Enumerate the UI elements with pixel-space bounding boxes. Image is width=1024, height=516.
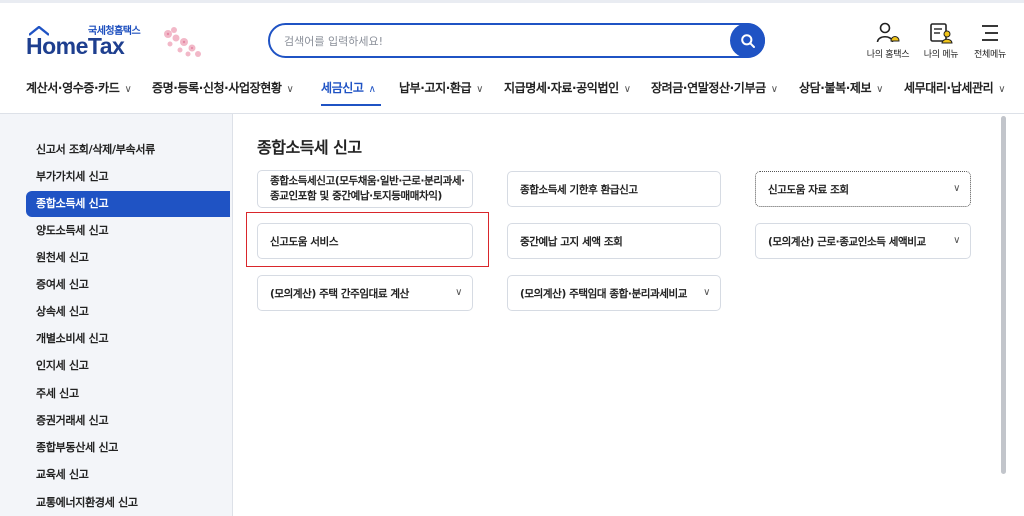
chevron-down-icon: ∨ (703, 287, 710, 298)
active-nav-underline (321, 104, 381, 106)
nav-label: 세무대리·납세관리 (904, 81, 994, 95)
card-interim-prepayment-inquiry[interactable]: 중간예납 고지 세액 조회 (507, 223, 721, 259)
sidebar-item-gift-tax[interactable]: 증여세 신고 (26, 272, 230, 298)
sidebar-item-securities-tax[interactable]: 증권거래세 신고 (26, 408, 230, 434)
all-menu-button[interactable]: 전체메뉴 (965, 22, 1015, 60)
search-icon (740, 33, 755, 48)
nav-incentive-year-end[interactable]: 장려금·연말정산·기부금 ∨ (651, 79, 778, 96)
card-label: 종합소득세신고(모두채움·일반·근로·분리과세·종교인포함 및 중간예납·토지등… (270, 175, 465, 202)
nav-label: 장려금·연말정산·기부금 (651, 81, 766, 95)
chevron-down-icon: ∨ (623, 84, 631, 95)
card-sim-labor-religious-compare[interactable]: (모의계산) 근로·종교인소득 세액비교 ∨ (755, 223, 971, 259)
cherry-blossom-icon (164, 27, 201, 57)
card-label: 중간예납 고지 세액 조회 (520, 235, 623, 248)
hometax-logo[interactable]: 국세청홈택스 HomeTax (26, 22, 201, 64)
sidebar-item-liquor-tax[interactable]: 주세 신고 (26, 381, 230, 407)
hamburger-icon (982, 25, 998, 41)
my-hometax-label: 나의 홈택스 (866, 50, 910, 60)
sidebar-item-income-tax[interactable]: 종합소득세 신고 (26, 191, 230, 217)
card-sim-rental-tax-compare[interactable]: (모의계산) 주택임대 종합·분리과세비교 ∨ (507, 275, 721, 311)
chevron-down-icon: ∨ (455, 287, 462, 298)
chevron-down-icon: ∨ (998, 84, 1006, 95)
my-hometax-icon (876, 22, 900, 43)
sidebar-divider (232, 114, 233, 516)
card-sim-deemed-rent[interactable]: (모의계산) 주택 간주임대료 계산 ∨ (257, 275, 473, 311)
chevron-up-icon: ∧ (368, 84, 376, 95)
search-input[interactable] (284, 32, 724, 50)
top-strip (0, 0, 1024, 3)
my-menu-button[interactable]: 나의 메뉴 (916, 22, 966, 60)
card-label: 종합소득세 기한후 환급신고 (520, 183, 638, 196)
main-nav: 계산서·영수증·카드 ∨ 증명·등록·신청·사업장현황 ∨ 세금신고 ∧ 납부·고지·… (0, 72, 1024, 104)
nav-invoice-receipt-card[interactable]: 계산서·영수증·카드 ∨ (26, 79, 132, 96)
my-hometax-button[interactable]: 나의 홈택스 (863, 22, 913, 60)
card-label: (모의계산) 주택임대 종합·분리과세비교 (520, 287, 688, 300)
sidebar-item-capital-gains[interactable]: 양도소득세 신고 (26, 218, 230, 244)
nav-tax-filing[interactable]: 세금신고 ∧ (321, 79, 376, 96)
card-label: (모의계산) 주택 간주임대료 계산 (270, 287, 409, 300)
card-label: 신고도움 자료 조회 (768, 183, 849, 196)
search-bar (268, 23, 765, 58)
chevron-down-icon: ∨ (770, 84, 778, 95)
sidebar-item-inheritance-tax[interactable]: 상속세 신고 (26, 299, 230, 325)
my-menu-label: 나의 메뉴 (923, 50, 959, 60)
nav-label: 상담·불복·제보 (799, 81, 872, 95)
my-menu-icon (930, 23, 953, 44)
nav-label: 지급명세·자료·공익법인 (504, 81, 619, 95)
nav-label: 증명·등록·신청·사업장현황 (152, 81, 282, 95)
sidebar-item-withholding[interactable]: 원천세 신고 (26, 245, 230, 271)
sidebar-item-excise-tax[interactable]: 개별소비세 신고 (26, 326, 230, 352)
sidebar-item-education-tax[interactable]: 교육세 신고 (26, 462, 230, 488)
chevron-down-icon: ∨ (286, 84, 294, 95)
card-late-refund-filing[interactable]: 종합소득세 기한후 환급신고 (507, 171, 721, 207)
nav-tax-agent[interactable]: 세무대리·납세관리 ∨ (904, 79, 1006, 96)
nav-label: 납부·고지·환급 (399, 81, 472, 95)
nav-consult-appeal-report[interactable]: 상담·불복·제보 ∨ (799, 79, 883, 96)
logo-text: HomeTax (26, 33, 125, 59)
nav-label: 계산서·영수증·카드 (26, 81, 120, 95)
chevron-down-icon: ∨ (124, 84, 132, 95)
sidebar-item-property-tax[interactable]: 종합부동산세 신고 (26, 435, 230, 461)
card-income-tax-filing[interactable]: 종합소득세신고(모두채움·일반·근로·분리과세·종교인포함 및 중간예납·토지등… (257, 170, 473, 208)
search-button[interactable] (730, 23, 765, 58)
highlight-box (246, 212, 489, 267)
sidebar-item-vat[interactable]: 부가가치세 신고 (26, 164, 230, 190)
page-title: 종합소득세 신고 (257, 138, 362, 157)
sidebar-item-energy-tax[interactable]: 교통에너지환경세 신고 (26, 490, 230, 516)
all-menu-label: 전체메뉴 (974, 50, 1006, 60)
sidebar-item-stamp-tax[interactable]: 인지세 신고 (26, 353, 230, 379)
nav-certificate-registration[interactable]: 증명·등록·신청·사업장현황 ∨ (152, 79, 294, 96)
chevron-down-icon: ∨ (476, 84, 484, 95)
nav-label: 세금신고 (321, 81, 364, 95)
scrollbar-thumb[interactable] (1001, 116, 1006, 474)
chevron-down-icon: ∨ (953, 183, 960, 194)
sidebar-item-return-inquiry[interactable]: 신고서 조회/삭제/부속서류 (26, 137, 230, 163)
nav-payment-statement[interactable]: 지급명세·자료·공익법인 ∨ (504, 79, 631, 96)
chevron-down-icon: ∨ (876, 84, 884, 95)
nav-payment-notice-refund[interactable]: 납부·고지·환급 ∨ (399, 79, 483, 96)
card-filing-help-data[interactable]: 신고도움 자료 조회 ∨ (755, 171, 971, 207)
chevron-down-icon: ∨ (953, 235, 960, 246)
card-label: (모의계산) 근로·종교인소득 세액비교 (768, 235, 926, 248)
